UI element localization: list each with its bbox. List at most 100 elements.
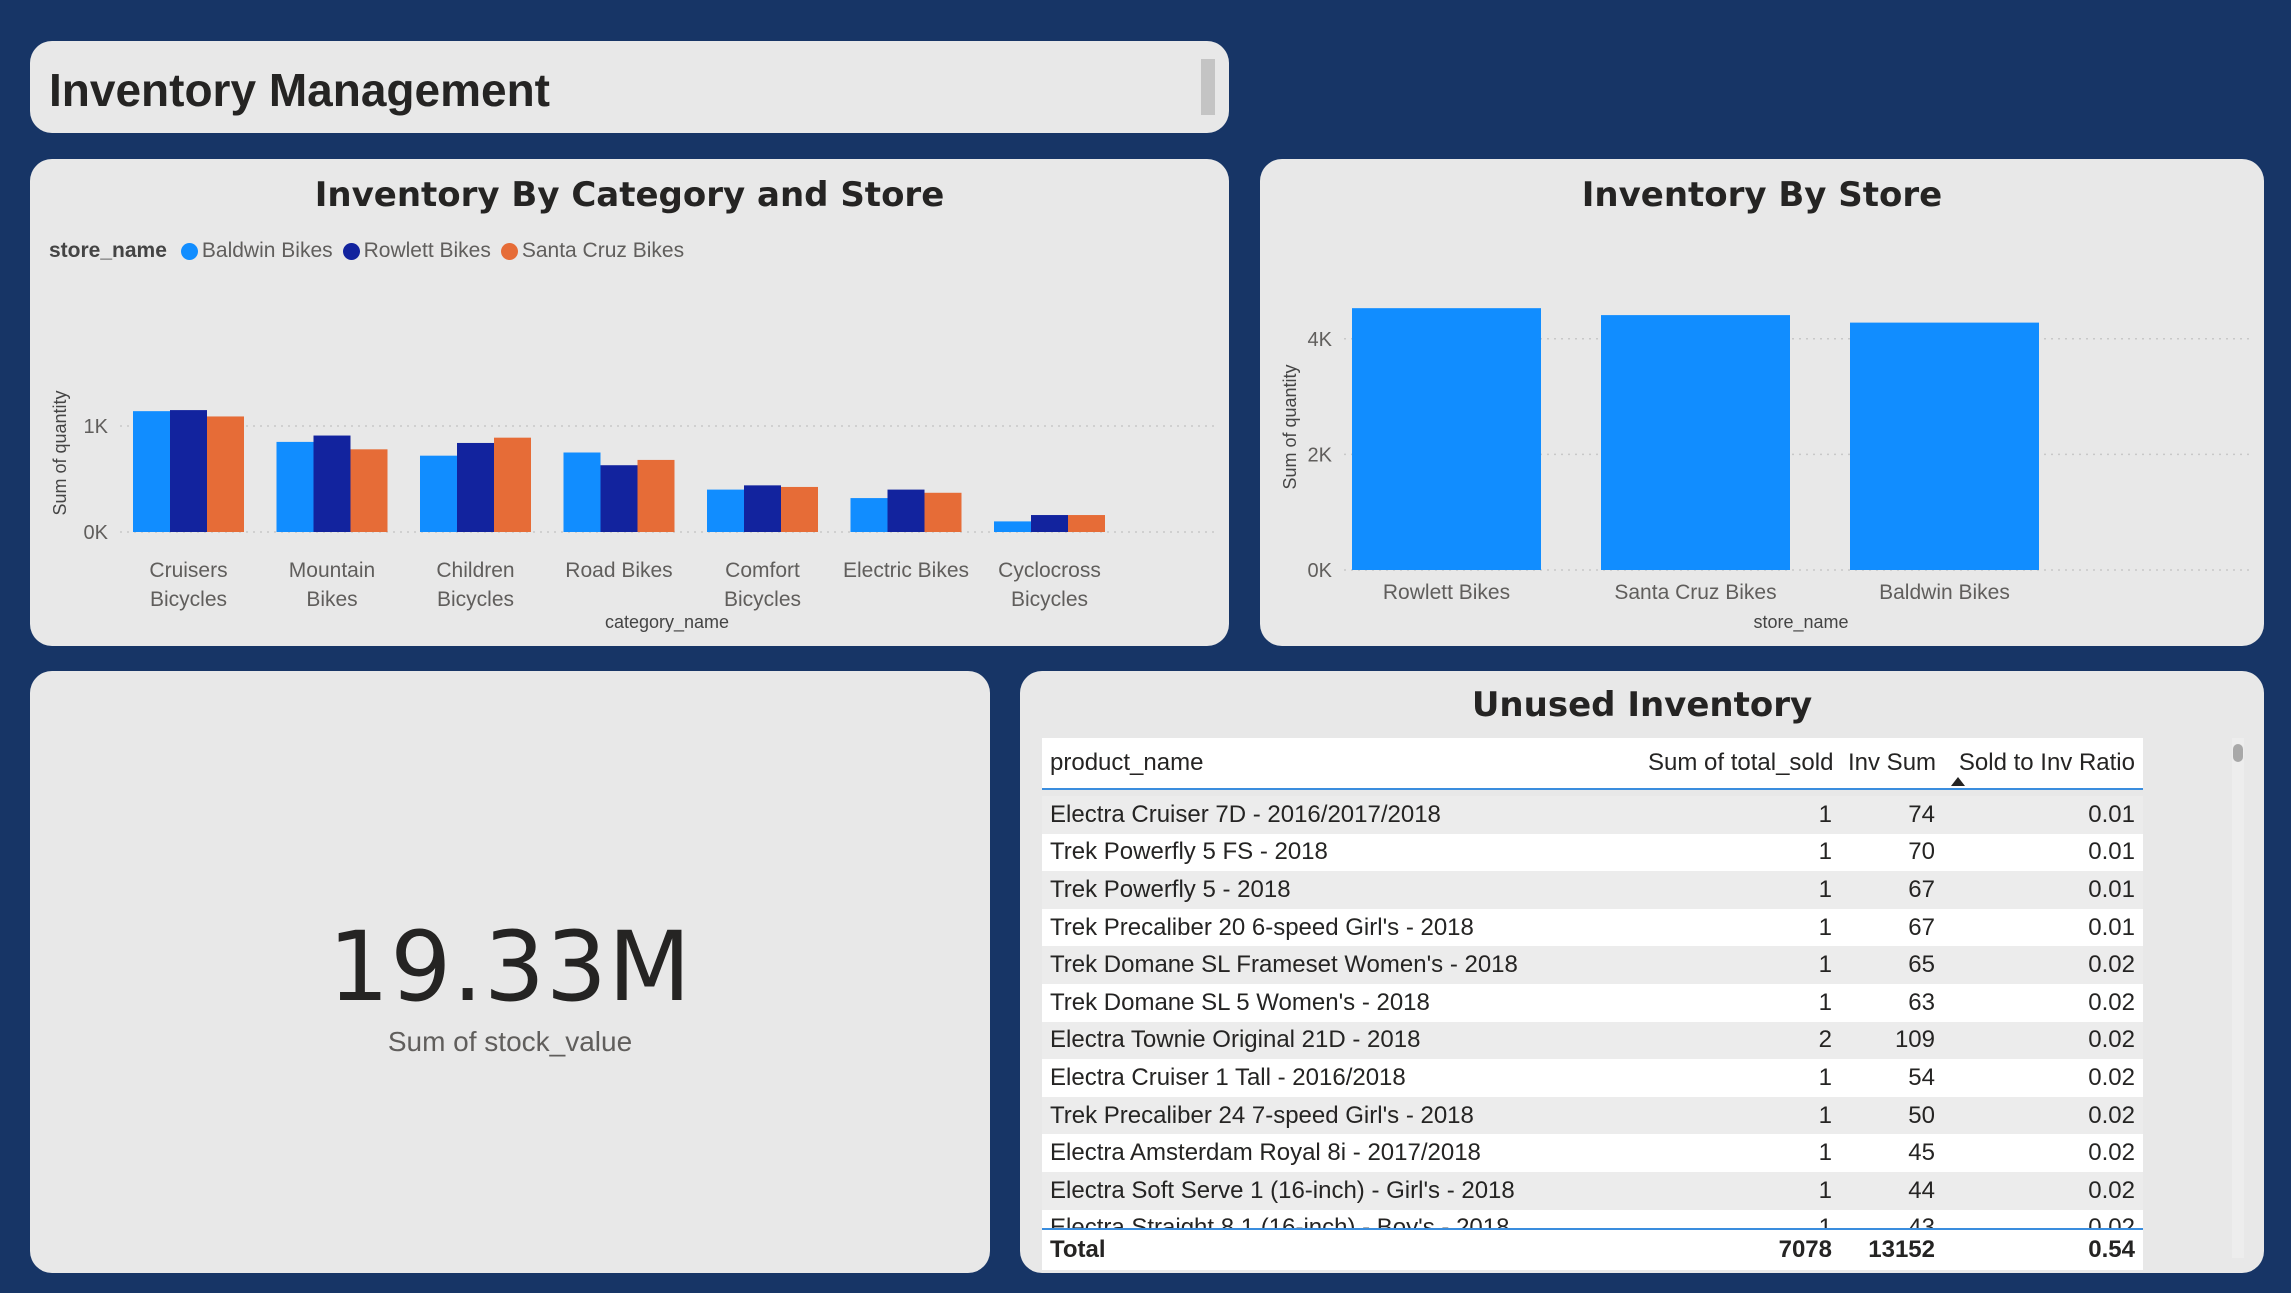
cell-product-name: Electra Townie Original 21D - 2018: [1042, 1021, 1640, 1060]
kpi-label: Sum of stock_value: [387, 1026, 633, 1057]
bar[interactable]: [1352, 308, 1541, 570]
table-row[interactable]: Electra Straight 8 1 (16-inch) - Boy's -…: [1042, 1209, 2143, 1228]
cell-ratio: 0.02: [1943, 1134, 2143, 1172]
x-tick-label: Bicycles: [1011, 588, 1088, 611]
bar[interactable]: [350, 449, 388, 532]
x-axis-label: category_name: [605, 612, 729, 633]
cell-inv-sum: 67: [1840, 908, 1943, 947]
page-title: Inventory Management: [49, 64, 550, 116]
bar[interactable]: [707, 489, 744, 532]
table-row[interactable]: Trek Powerfly 5 FS - 2018 1 70 0.01: [1042, 833, 2143, 872]
total-sold: 7078: [1640, 1230, 1840, 1270]
x-tick-label: Electric Bikes: [843, 559, 969, 582]
bar[interactable]: [850, 498, 888, 532]
table-body: Electra Cruiser 7D - 2016/2017/2018 1 74 0.…: [1042, 790, 2143, 1228]
bar[interactable]: [420, 455, 457, 532]
table-row[interactable]: Trek Powerfly 5 - 2018 1 67 0.01: [1042, 871, 2143, 909]
table-total: Total 7078 13152 0.54: [1042, 1230, 2143, 1270]
table-row[interactable]: Electra Cruiser 1 Tall - 2016/2018 1 54 0.0…: [1042, 1059, 2143, 1097]
cell-product-name: Trek Precaliber 20 6-speed Girl's - 2018: [1042, 908, 1640, 947]
total-inv-sum: 13152: [1840, 1230, 1943, 1270]
col-header-ratio[interactable]: Sold to Inv Ratio: [1943, 738, 2143, 790]
cell-product-name: Trek Domane SL Frameset Women's - 2018: [1042, 946, 1640, 984]
bar[interactable]: [133, 411, 170, 532]
cell-ratio: 0.02: [1943, 1171, 2143, 1210]
bar[interactable]: [994, 521, 1031, 532]
x-tick-label: Santa Cruz Bikes: [1614, 581, 1776, 604]
bar[interactable]: [1601, 315, 1790, 570]
cell-total-sold: 1: [1640, 1059, 1840, 1097]
bar[interactable]: [1850, 322, 2039, 570]
table-row[interactable]: Trek Domane SL 5 Women's - 2018 1 63 0.02: [1042, 983, 2143, 1022]
table-title: Unused Inventory: [1471, 685, 1813, 725]
bar[interactable]: [1031, 515, 1068, 532]
cell-inv-sum: 109: [1840, 1021, 1943, 1060]
col-header-total-sold[interactable]: Sum of total_sold: [1640, 738, 1840, 790]
cell-inv-sum: 65: [1840, 946, 1943, 984]
x-tick-label: Cyclocross: [998, 559, 1101, 582]
cell-product-name: Trek Powerfly 5 FS - 2018: [1042, 833, 1640, 872]
sort-ascending-icon: [1951, 777, 1965, 786]
bar[interactable]: [1068, 515, 1105, 532]
table-row[interactable]: Trek Precaliber 24 7-speed Girl's - 2018…: [1042, 1096, 2143, 1135]
cell-ratio: 0.02: [1943, 1059, 2143, 1097]
col-header-inv-sum[interactable]: Inv Sum: [1840, 738, 1943, 790]
table-body-scroll[interactable]: Electra Cruiser 7D - 2016/2017/2018 1 74 0.…: [1042, 790, 2143, 1230]
table-scrollbar-thumb[interactable]: [2233, 744, 2243, 762]
bar[interactable]: [207, 416, 244, 532]
cell-ratio: 0.01: [1943, 908, 2143, 947]
table-row[interactable]: Electra Soft Serve 1 (16-inch) - Girl's …: [1042, 1171, 2143, 1210]
table-header: product_name Sum of total_sold Inv Sum S…: [1042, 738, 2143, 790]
col-header-product-name[interactable]: product_name: [1042, 738, 1640, 790]
table-row[interactable]: Trek Precaliber 20 6-speed Girl's - 2018…: [1042, 908, 2143, 947]
cell-product-name: Electra Amsterdam Royal 8i - 2017/2018: [1042, 1134, 1640, 1172]
cell-total-sold: 1: [1640, 1096, 1840, 1135]
category-chart-svg: 0K 1K Sum of quantity Cruisers Bicycles Mount…: [50, 390, 1218, 633]
cell-inv-sum: 50: [1840, 1096, 1943, 1135]
bar[interactable]: [924, 492, 962, 532]
x-tick-label: Mountain: [289, 559, 375, 582]
table-row[interactable]: Trek Domane SL Frameset Women's - 2018 1 6…: [1042, 946, 2143, 984]
bar[interactable]: [744, 485, 781, 532]
bar[interactable]: [781, 486, 818, 532]
cell-total-sold: 2: [1640, 1021, 1840, 1060]
cell-inv-sum: 63: [1840, 983, 1943, 1022]
cell-total-sold: 1: [1640, 908, 1840, 947]
bar[interactable]: [637, 459, 675, 532]
cell-total-sold: 1: [1640, 1134, 1840, 1172]
bar[interactable]: [494, 437, 531, 532]
y-tick-label: 4K: [1308, 329, 1333, 351]
kpi-value: 19.33M: [328, 911, 692, 1023]
cell-total-sold: 1: [1640, 871, 1840, 909]
x-tick-label: Bicycles: [150, 588, 227, 611]
cell-inv-sum: 74: [1840, 796, 1943, 834]
cell-inv-sum: 67: [1840, 871, 1943, 909]
bar[interactable]: [600, 465, 638, 532]
bar[interactable]: [563, 452, 601, 533]
bar[interactable]: [887, 489, 925, 532]
store-chart-svg: 0K 2K 4K Sum of quantity Rowlett Bikes Santa …: [1280, 308, 2252, 633]
cell-ratio: 0.02: [1943, 1096, 2143, 1135]
cell-inv-sum: 70: [1840, 833, 1943, 872]
table-scrollbar[interactable]: [2232, 738, 2244, 1258]
y-axis-label: Sum of quantity: [50, 390, 70, 515]
kpi-card: 19.33M Sum of stock_value: [30, 671, 990, 1273]
y-tick-label: 0K: [84, 522, 109, 544]
table-row[interactable]: Electra Amsterdam Royal 8i - 2017/2018 1 4…: [1042, 1134, 2143, 1172]
cell-product-name: Electra Cruiser 7D - 2016/2017/2018: [1042, 796, 1640, 834]
bar[interactable]: [457, 442, 494, 532]
bar[interactable]: [170, 410, 207, 532]
y-tick-label: 1K: [84, 416, 109, 438]
y-tick-label: 0K: [1308, 560, 1333, 582]
cell-ratio: 0.01: [1943, 871, 2143, 909]
table-row[interactable]: Electra Cruiser 7D - 2016/2017/2018 1 74 0.…: [1042, 796, 2143, 834]
title-scrollbar[interactable]: [1201, 59, 1215, 115]
bar[interactable]: [313, 435, 351, 532]
header-row: product_name Sum of total_sold Inv Sum S…: [1042, 738, 2143, 790]
x-tick-label: Road Bikes: [565, 559, 672, 582]
bar[interactable]: [276, 441, 314, 532]
table-row[interactable]: Electra Townie Original 21D - 2018 2 109 0.…: [1042, 1021, 2143, 1060]
cell-ratio: 0.02: [1943, 983, 2143, 1022]
store-chart-card: Inventory By Store 0K 2K 4K Sum of quantity…: [1260, 159, 2264, 646]
x-tick-label: Bicycles: [724, 588, 801, 611]
